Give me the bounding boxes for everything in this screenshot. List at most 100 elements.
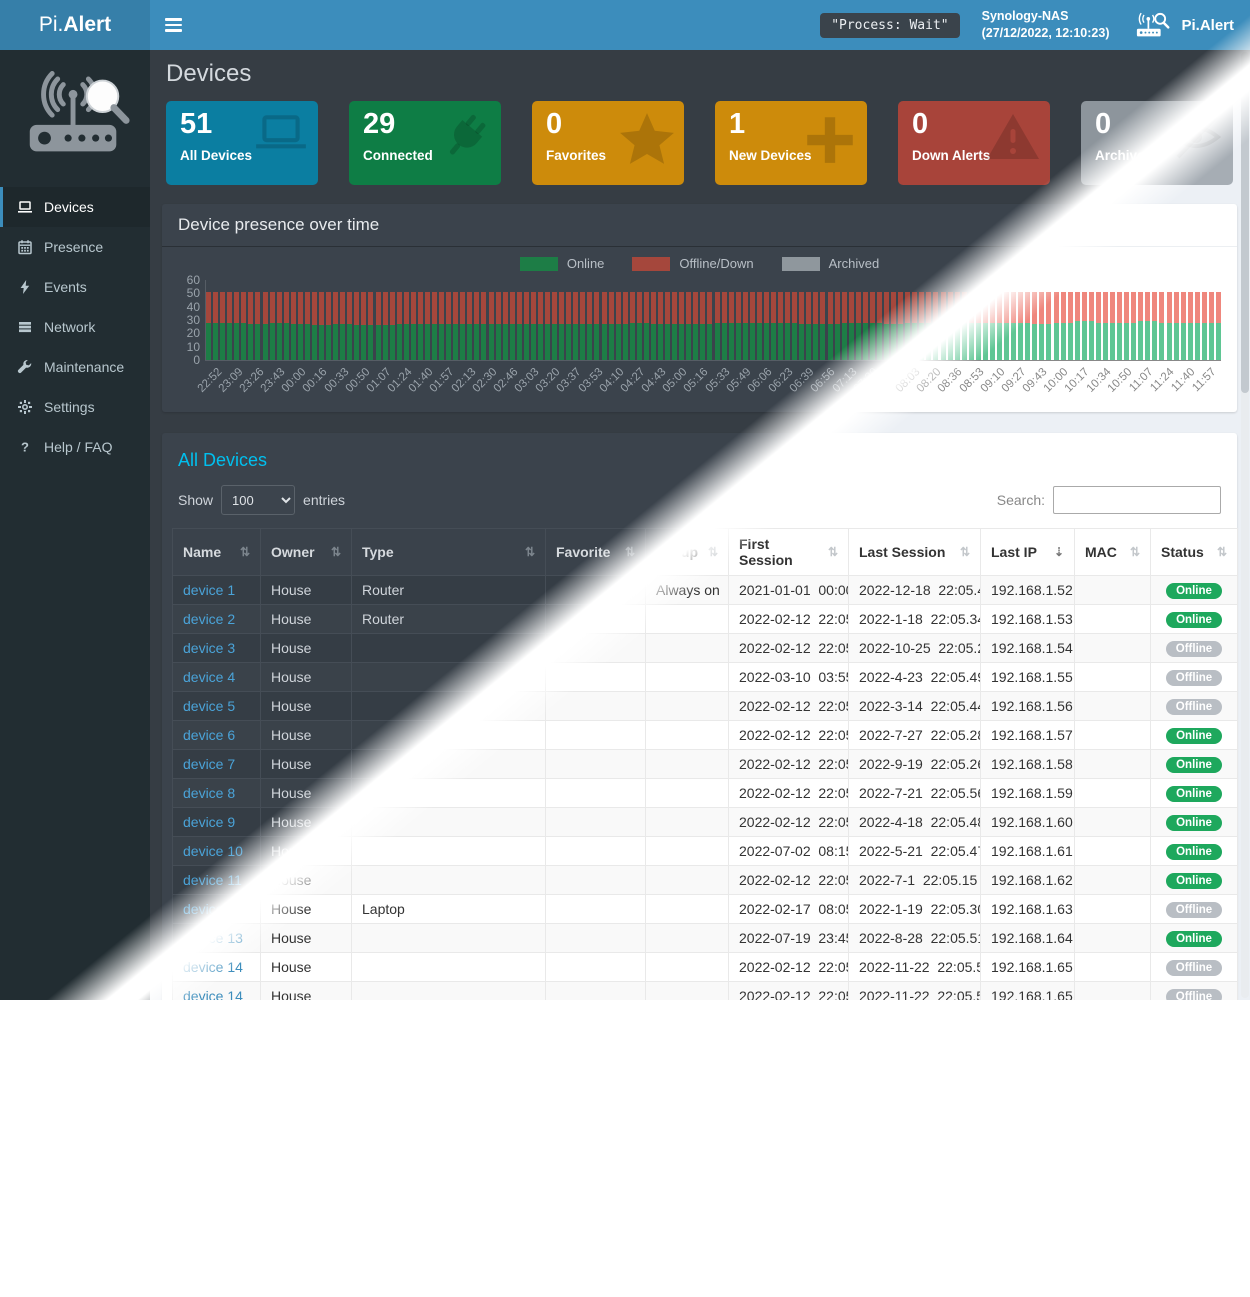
column-header-owner[interactable]: Owner⇅ [261,529,352,576]
sidebar-item-devices[interactable]: Devices [0,187,150,227]
card-connected[interactable]: 29 Connected [349,101,501,185]
x-axis-tick: 02:46 [462,366,520,424]
status-badge: Offline [1166,902,1222,918]
chart-bar [616,292,621,360]
status-badge: Online [1166,757,1222,773]
device-link[interactable]: device 4 [183,669,235,685]
chart-bar [227,292,232,360]
chart-bar [206,292,211,360]
sidebar-item-maintenance[interactable]: Maintenance [0,347,150,387]
chart-bar [524,292,529,360]
device-link[interactable]: device 3 [183,640,235,656]
column-header-favorite[interactable]: Favorite⇅ [546,529,646,576]
chart-bar [241,292,246,360]
device-link[interactable]: device 6 [183,727,235,743]
search-input[interactable] [1053,486,1221,514]
column-header-last-session[interactable]: Last Session⇅ [849,529,981,576]
sidebar-item-help[interactable]: ? Help / FAQ [0,427,150,467]
device-link[interactable]: device 14 [183,959,243,975]
device-link[interactable]: device 7 [183,756,235,772]
sort-icon: ⇅ [240,545,250,559]
chart-bar [538,292,543,360]
sidebar-item-events[interactable]: Events [0,267,150,307]
sidebar-item-network[interactable]: Network [0,307,150,347]
chart-bar [785,292,790,360]
chart-bar [552,292,557,360]
chart-bar [1110,292,1115,360]
chart-bar [806,292,811,360]
device-link[interactable]: device 1 [183,582,235,598]
top-header: Pi.Alert "Process: Wait" Synology-NAS (2… [0,0,1250,50]
chart-bar [623,292,628,360]
column-header-status[interactable]: Status⇅ [1151,529,1238,576]
x-axis-tick: 00:00 [251,366,309,424]
chart-bar [715,292,720,360]
x-axis-tick: 08:36 [907,366,965,424]
chart-bar [757,292,762,360]
chart-bar [580,292,585,360]
scrollbar-thumb[interactable] [1241,71,1249,393]
device-link[interactable]: device 8 [183,785,235,801]
sidebar-item-label: Network [44,319,95,335]
x-axis-tick: 00:33 [293,366,351,424]
chart-bar [1145,292,1150,360]
vertical-scrollbar[interactable] [1241,52,1249,998]
sidebar-item-settings[interactable]: Settings [0,387,150,427]
chart-bar [609,292,614,360]
chart-bar [983,292,988,360]
column-header-first-session[interactable]: First Session⇅ [729,529,849,576]
table-row: device 11House2022-02-12 22:052022-7-1 2… [173,866,1238,895]
chart-bar [1046,292,1051,360]
sidebar-item-label: Settings [44,399,95,415]
y-axis-tick: 20 [187,326,200,340]
sidebar-item-label: Help / FAQ [44,439,112,455]
x-axis-tick: 11:40 [1140,366,1198,424]
app-logo[interactable]: Pi.Alert [0,0,150,50]
chart-bar [1096,292,1101,360]
chart-bar [545,292,550,360]
warning-icon [984,111,1042,163]
status-badge: Online [1166,815,1222,831]
device-link[interactable]: device 9 [183,814,235,830]
chart-bar [863,292,868,360]
device-link[interactable]: device 14 [183,988,243,1000]
x-axis-tick: 23:43 [230,366,288,424]
y-axis-tick: 10 [187,340,200,354]
page-length-select[interactable]: 100 [221,485,295,515]
column-header-name[interactable]: Name⇅ [173,529,261,576]
chart-bar [778,292,783,360]
chart-bar [1188,292,1193,360]
column-header-type[interactable]: Type⇅ [352,529,546,576]
device-link[interactable]: device 10 [183,843,243,859]
device-link[interactable]: device 5 [183,698,235,714]
chart-bar [1152,292,1157,360]
status-badge: Online [1166,931,1222,947]
device-link[interactable]: device 11 [183,872,242,888]
x-axis-tick: 06:23 [738,366,796,424]
card-new-devices[interactable]: 1 New Devices [715,101,867,185]
sidebar-item-presence[interactable]: Presence [0,227,150,267]
chart-bar [813,292,818,360]
card-down-alerts[interactable]: 0 Down Alerts [898,101,1050,185]
chart-bar [1089,292,1094,360]
chart-bar [248,292,253,360]
card-all-devices[interactable]: 51 All Devices [166,101,318,185]
x-axis-tick: 01:57 [399,366,457,424]
header-app-link[interactable]: Pi.Alert [1135,10,1234,40]
column-header-last-ip[interactable]: Last IP⇣ [981,529,1075,576]
device-link[interactable]: device 2 [183,611,235,627]
table-row: device 10House2022-07-02 08:152022-5-21 … [173,837,1238,866]
hamburger-menu-button[interactable] [150,18,182,32]
column-header-mac[interactable]: MAC⇅ [1075,529,1151,576]
table-row: device 14House2022-02-12 22:052022-11-22… [173,982,1238,1001]
chart-bar [870,292,875,360]
card-favorites[interactable]: 0 Favorites [532,101,684,185]
chart-bar [658,292,663,360]
legend-label-archived: Archived [829,256,880,271]
chart-bar [750,292,755,360]
laptop-icon [252,111,310,161]
plus-icon [801,111,859,165]
legend-swatch-offline [632,257,670,271]
star-icon [618,111,676,165]
legend-swatch-archived [782,257,820,271]
